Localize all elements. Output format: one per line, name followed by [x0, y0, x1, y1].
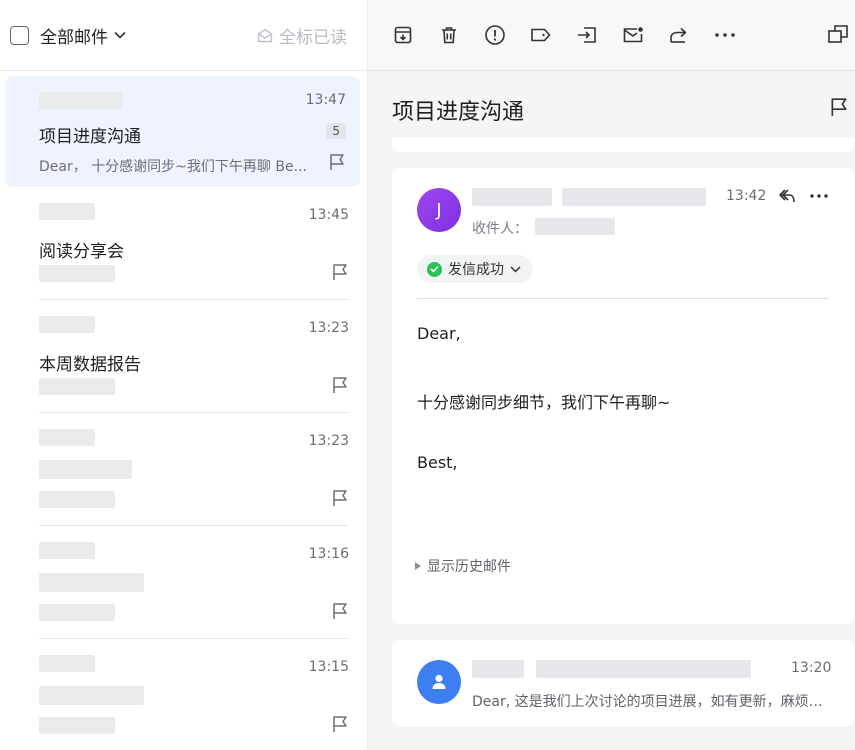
message-card-expanded: J 13:42 收件人： 发信成功 Dear, 十分感谢同步细节，我们下午再聊~… — [392, 168, 854, 624]
message-body-line: Dear, — [417, 324, 461, 343]
mail-item[interactable]: 13:23 — [39, 413, 349, 526]
preview-placeholder — [39, 717, 115, 734]
move-to-icon[interactable] — [576, 24, 598, 46]
reading-pane: 项目进度沟通 J 13:42 收件人： 发信成功 Dear, 十分感谢同步细节， — [368, 0, 855, 750]
preview-placeholder — [39, 604, 115, 621]
chevron-down-icon — [510, 265, 521, 273]
message-card-collapsed[interactable]: 13:20 Dear, 这是我们上次讨论的项目进展，如有更新，麻烦同步一下 — [392, 640, 854, 726]
recipient-placeholder — [535, 218, 615, 235]
mail-time: 13:15 — [308, 659, 349, 675]
sender-placeholder — [39, 203, 95, 220]
show-history-toggle[interactable]: 显示历史邮件 — [415, 556, 511, 576]
message-time: 13:20 — [791, 660, 832, 676]
mail-item[interactable]: 13:23 本周数据报告 — [39, 300, 349, 413]
archive-icon[interactable] — [392, 24, 414, 46]
more-icon[interactable] — [809, 193, 829, 199]
flag-icon[interactable] — [331, 263, 349, 281]
mail-time: 13:16 — [308, 546, 349, 562]
mail-item[interactable]: 13:15 — [39, 639, 349, 750]
mark-all-read-label: 全标已读 — [279, 27, 347, 48]
check-circle-icon — [427, 261, 442, 277]
flag-icon[interactable] — [331, 489, 349, 507]
avatar[interactable]: J — [417, 188, 461, 232]
sender-email-placeholder — [562, 188, 706, 206]
subject-placeholder — [39, 460, 132, 479]
chevron-down-icon[interactable] — [114, 29, 126, 41]
mail-preview: Dear， 十分感谢同步~我们下午再聊 Be... — [39, 159, 307, 175]
thread-title: 项目进度沟通 — [392, 100, 525, 125]
subject-placeholder — [39, 573, 144, 592]
preview-placeholder — [39, 265, 115, 282]
triangle-right-icon — [415, 562, 421, 570]
mail-subject: 阅读分享会 — [39, 242, 124, 262]
mail-list-header: 全部邮件 全标已读 — [0, 0, 367, 71]
more-icon[interactable] — [714, 24, 736, 46]
open-in-window-icon[interactable] — [827, 23, 849, 45]
flag-icon[interactable] — [331, 602, 349, 620]
sender-placeholder — [39, 655, 95, 672]
mail-item-selected[interactable]: 13:47 项目进度沟通 5 Dear， 十分感谢同步~我们下午再聊 Be... — [5, 76, 360, 187]
mail-subject: 项目进度沟通 — [39, 127, 141, 147]
sender-name-placeholder — [472, 188, 552, 206]
mail-filter-dropdown[interactable]: 全部邮件 — [40, 23, 108, 48]
mail-list-pane: 全部邮件 全标已读 13:47 项目进度沟通 5 Dear， 十分感谢同步~我们… — [0, 0, 368, 750]
mail-subject: 本周数据报告 — [39, 355, 141, 375]
message-body-line: 十分感谢同步细节，我们下午再聊~ — [417, 393, 671, 412]
envelope-open-icon — [257, 28, 273, 43]
mail-item[interactable]: 13:16 — [39, 526, 349, 639]
sender-placeholder — [39, 542, 95, 559]
sender-name-placeholder — [472, 660, 524, 678]
send-status-pill[interactable]: 发信成功 — [417, 255, 533, 283]
subject-placeholder — [39, 686, 144, 705]
user-icon — [432, 674, 446, 689]
message-toolbar — [368, 0, 855, 71]
mail-time: 13:23 — [308, 433, 349, 449]
preview-placeholder — [39, 378, 115, 395]
forward-icon[interactable] — [668, 24, 690, 46]
mark-all-read-button[interactable]: 全标已读 — [257, 23, 347, 48]
trash-icon[interactable] — [438, 24, 460, 46]
mail-time: 13:45 — [308, 207, 349, 223]
reply-icon[interactable] — [777, 186, 797, 206]
sender-placeholder — [39, 316, 95, 333]
message-snippet: Dear, 这是我们上次讨论的项目进展，如有更新，麻烦同步一下 — [472, 694, 832, 710]
sender-email-placeholder — [536, 660, 751, 678]
sender-placeholder — [39, 92, 123, 109]
label-icon[interactable] — [530, 24, 552, 46]
send-status-label: 发信成功 — [448, 262, 504, 278]
flag-icon[interactable] — [829, 97, 849, 117]
message-time: 13:42 — [726, 188, 767, 204]
flag-icon[interactable] — [331, 715, 349, 733]
message-body-line: Best, — [417, 453, 458, 472]
mail-list: 13:47 项目进度沟通 5 Dear， 十分感谢同步~我们下午再聊 Be...… — [0, 71, 368, 750]
mail-time: 13:47 — [305, 92, 346, 108]
header-divider — [417, 298, 829, 299]
mail-item[interactable]: 13:45 阅读分享会 — [39, 187, 349, 300]
flag-icon[interactable] — [331, 376, 349, 394]
sender-placeholder — [39, 429, 95, 446]
preview-placeholder — [39, 491, 115, 508]
thread-count-badge: 5 — [326, 123, 346, 139]
recipients-label: 收件人： — [472, 221, 528, 237]
mark-unread-icon[interactable] — [622, 24, 644, 46]
report-spam-icon[interactable] — [484, 24, 506, 46]
select-all-checkbox[interactable] — [10, 25, 29, 45]
avatar[interactable] — [417, 660, 461, 704]
show-history-label: 显示历史邮件 — [427, 559, 511, 575]
collapsed-message-edge — [392, 138, 854, 152]
flag-icon[interactable] — [328, 153, 346, 171]
mail-time: 13:23 — [308, 320, 349, 336]
